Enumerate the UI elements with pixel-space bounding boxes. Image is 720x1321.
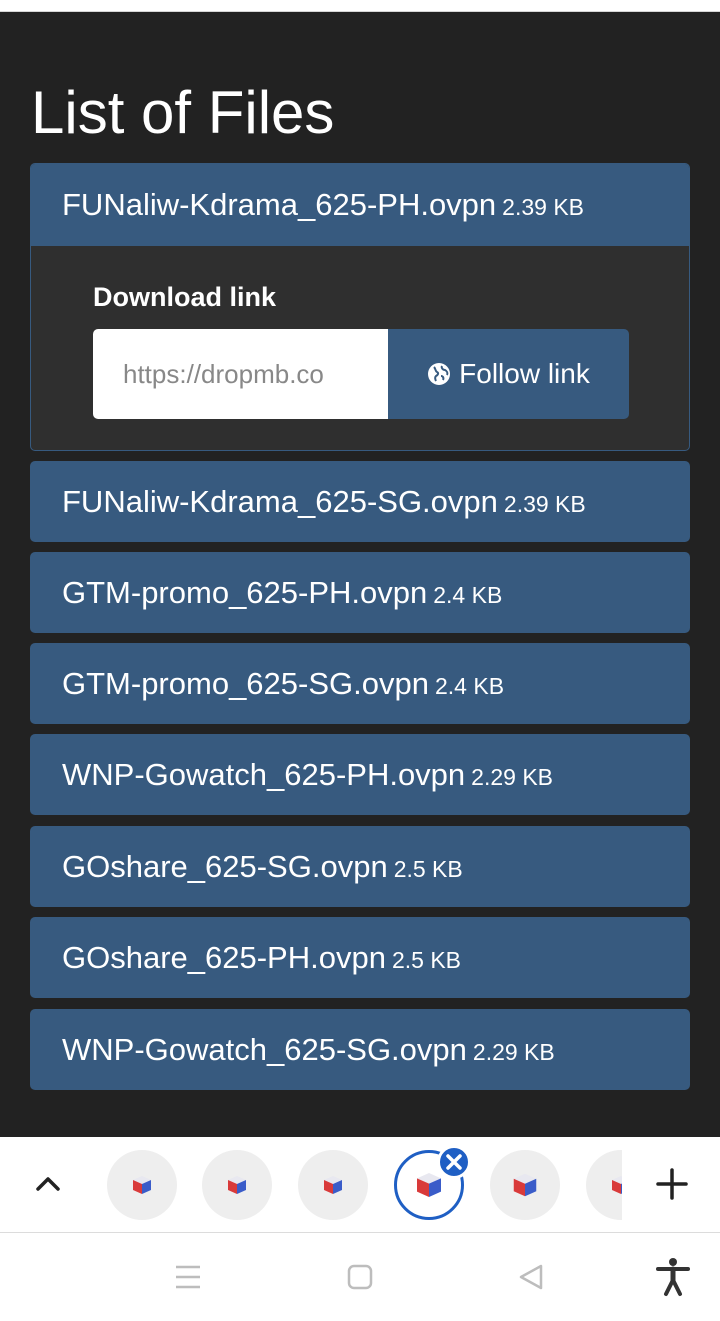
file-name: FUNaliw-Kdrama_625-SG.ovpn 2.39 KB [62, 483, 586, 519]
file-name: GOshare_625-SG.ovpn 2.5 KB [62, 848, 463, 884]
file-item[interactable]: GTM-promo_625-SG.ovpn 2.4 KB [30, 643, 690, 724]
file-size: 2.39 KB [503, 490, 586, 517]
file-name: WNP-Gowatch_625-PH.ovpn 2.29 KB [62, 756, 554, 792]
chevron-up-icon[interactable] [34, 1170, 62, 1198]
status-strip [0, 0, 720, 12]
browser-tab[interactable] [107, 1150, 177, 1220]
app-cube-icon [513, 1173, 537, 1197]
browser-tab-bar [0, 1137, 720, 1233]
file-item[interactable]: GOshare_625-SG.ovpn 2.5 KB [30, 826, 690, 907]
close-icon [446, 1154, 462, 1170]
file-name: GOshare_625-PH.ovpn 2.5 KB [62, 939, 462, 975]
file-size: 2.5 KB [393, 855, 463, 882]
file-list-page: List of Files FUNaliw-Kdrama_625-PH.ovpn… [0, 12, 720, 1137]
back-triangle-icon[interactable] [517, 1263, 545, 1291]
file-size: 2.4 KB [434, 672, 505, 699]
close-tab-button[interactable] [437, 1145, 471, 1179]
file-size: 2.29 KB [471, 763, 554, 790]
app-cube-icon [133, 1176, 151, 1194]
browser-tab-partial[interactable] [586, 1150, 622, 1220]
browser-tab[interactable] [202, 1150, 272, 1220]
home-square-icon[interactable] [347, 1264, 373, 1290]
file-item[interactable]: WNP-Gowatch_625-SG.ovpn 2.29 KB [30, 1009, 690, 1090]
system-nav-bar [0, 1233, 720, 1321]
page-title: List of Files [31, 79, 335, 146]
download-link-input[interactable] [93, 329, 388, 419]
app-cube-icon [228, 1176, 246, 1194]
app-cube-icon [324, 1176, 342, 1194]
file-size: 2.39 KB [502, 194, 585, 220]
file-name: FUNaliw-Kdrama_625-PH.ovpn 2.39 KB [62, 187, 585, 222]
file-name: GTM-promo_625-SG.ovpn 2.4 KB [62, 665, 505, 701]
follow-link-button[interactable]: Follow link [388, 329, 629, 419]
app-cube-icon [612, 1176, 622, 1194]
menu-icon[interactable] [174, 1264, 202, 1290]
download-link-label: Download link [93, 282, 277, 312]
browser-tab[interactable] [298, 1150, 368, 1220]
file-size: 2.29 KB [472, 1038, 555, 1065]
file-name: GTM-promo_625-PH.ovpn 2.4 KB [62, 574, 503, 610]
globe-icon [428, 363, 451, 385]
file-item[interactable]: WNP-Gowatch_625-PH.ovpn 2.29 KB [30, 734, 690, 815]
browser-tab[interactable] [490, 1150, 560, 1220]
file-item[interactable]: FUNaliw-Kdrama_625-SG.ovpn 2.39 KB [30, 461, 690, 542]
accessibility-icon[interactable] [655, 1257, 691, 1297]
file-name: WNP-Gowatch_625-SG.ovpn 2.29 KB [62, 1031, 555, 1067]
plus-icon[interactable] [654, 1166, 690, 1202]
file-item-expanded: FUNaliw-Kdrama_625-PH.ovpn 2.39 KB Downlo… [30, 163, 690, 451]
file-item[interactable]: GTM-promo_625-PH.ovpn 2.4 KB [30, 552, 690, 633]
follow-link-label: Follow link [459, 358, 590, 389]
file-size: 2.5 KB [391, 946, 462, 973]
file-item[interactable]: GOshare_625-PH.ovpn 2.5 KB [30, 917, 690, 998]
file-item-header[interactable]: FUNaliw-Kdrama_625-PH.ovpn 2.39 KB [31, 164, 689, 246]
file-size: 2.4 KB [433, 581, 503, 608]
